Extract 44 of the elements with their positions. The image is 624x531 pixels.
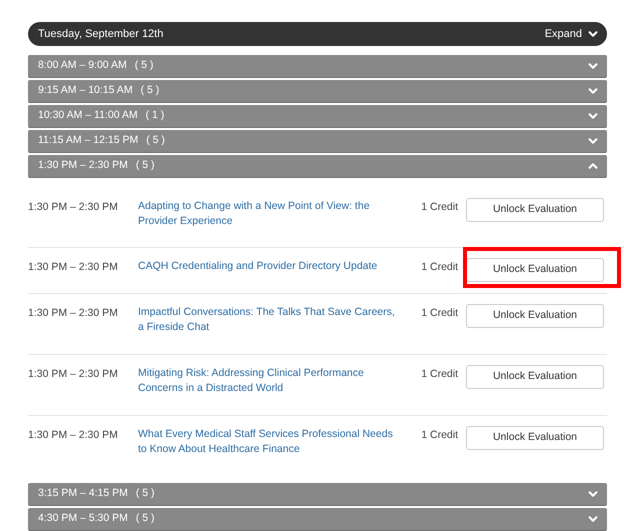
time-slot-bar[interactable]: 1:30 PM – 2:30 PM ( 5 ) (28, 155, 607, 178)
unlock-evaluation-button[interactable]: Unlock Evaluation (466, 364, 604, 389)
session-time: 1:30 PM – 2:30 PM (28, 306, 119, 321)
expand-button[interactable]: Expand (544, 26, 599, 42)
unlock-evaluation-button[interactable]: Unlock Evaluation (466, 426, 604, 450)
slot-time: 3:15 PM – 4:15 PM (38, 486, 128, 502)
time-slot-bar[interactable]: 3:15 PM – 4:15 PM ( 5 ) (28, 483, 607, 506)
slot-time: 9:15 AM – 10:15 AM (38, 83, 133, 98)
session-title-link[interactable]: Mitigating Risk: Addressing Clinical Performance Concerns in a Distracted World (138, 363, 396, 396)
credit-label: 1 Credit (421, 367, 458, 382)
slot-time: 11:15 AM – 12:15 PM (38, 133, 138, 148)
session-count: ( 5 ) (136, 486, 155, 502)
unlock-evaluation-button[interactable]: Unlock Evaluation (466, 258, 604, 282)
session-title-link[interactable]: Impactful Conversations: The Talks That Save Careers, a Fireside Chat (138, 302, 396, 335)
session-count: ( 5 ) (136, 511, 155, 526)
credit-label: 1 Credit (421, 200, 458, 215)
session-time: 1:30 PM – 2:30 PM (28, 367, 119, 382)
slot-time: 4:30 PM – 5:30 PM (38, 511, 128, 526)
credit-label: 1 Credit (421, 428, 458, 443)
time-slot-bar[interactable]: 11:15 AM – 12:15 PM ( 5 ) (28, 130, 607, 153)
session-title-link[interactable]: Adapting to Change with a New Point of View: the Provider Experience (138, 196, 396, 229)
credit-label: 1 Credit (421, 306, 458, 321)
unlock-evaluation-button[interactable]: Unlock Evaluation (466, 304, 604, 328)
time-slot-bar[interactable]: 8:00 AM – 9:00 AM ( 5 ) (28, 55, 607, 78)
session-time: 1:30 PM – 2:30 PM (28, 200, 119, 215)
day-title: Tuesday, September 12th (38, 26, 164, 42)
session-count: ( 5 ) (134, 58, 154, 74)
session-title-link[interactable]: CAQH Credentialing and Provider Directory Update (138, 256, 396, 274)
session-count: ( 5 ) (140, 83, 160, 98)
time-slot-bar[interactable]: 9:15 AM – 10:15 AM ( 5 ) (28, 80, 607, 103)
time-slot-bar[interactable]: 10:30 AM – 11:00 AM ( 1 ) (28, 105, 607, 128)
session-count: ( 5 ) (136, 158, 155, 174)
session-count: ( 1 ) (146, 108, 164, 124)
session-time: 1:30 PM – 2:30 PM (28, 428, 119, 443)
slot-time: 10:30 AM – 11:00 AM (38, 108, 138, 124)
credit-label: 1 Credit (421, 260, 458, 275)
session-title-link[interactable]: What Every Medical Staff Services Professional Needs to Know About Healthcare Finance (138, 424, 396, 457)
slot-time: 8:00 AM – 9:00 AM (38, 58, 127, 74)
session-count: ( 5 ) (146, 133, 165, 148)
session-time: 1:30 PM – 2:30 PM (28, 260, 119, 275)
unlock-evaluation-button[interactable]: Unlock Evaluation (466, 198, 604, 222)
slot-time: 1:30 PM – 2:30 PM (38, 158, 128, 174)
chevron-up-icon (587, 160, 599, 172)
time-slot-bar[interactable]: 4:30 PM – 5:30 PM ( 5 ) (28, 508, 607, 531)
